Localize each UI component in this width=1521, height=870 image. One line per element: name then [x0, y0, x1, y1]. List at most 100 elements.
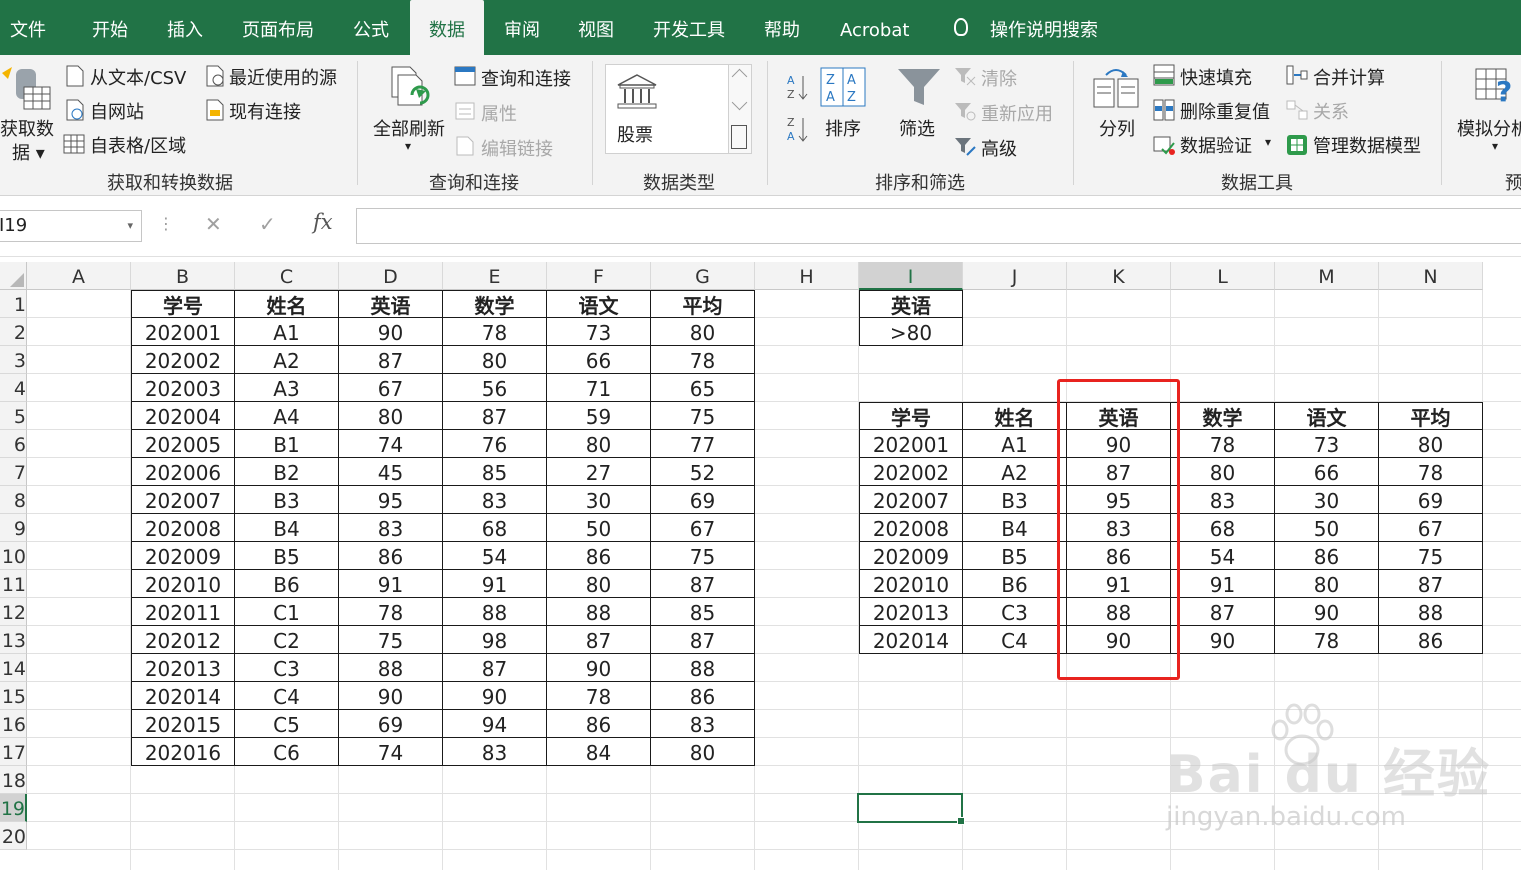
result-table-cell[interactable]: 68: [1171, 514, 1275, 542]
data-table-cell[interactable]: 80: [443, 346, 547, 374]
data-table-cell[interactable]: 90: [547, 654, 651, 682]
row-header-9[interactable]: 9: [0, 514, 27, 542]
result-table-cell[interactable]: 91: [1171, 570, 1275, 598]
data-table-cell[interactable]: 56: [443, 374, 547, 402]
row-header-19[interactable]: 19: [0, 794, 27, 822]
result-table-cell[interactable]: 30: [1275, 486, 1379, 514]
data-table-cell[interactable]: 202011: [131, 598, 235, 626]
existing-connections-button[interactable]: 现有连接: [229, 98, 301, 124]
data-table-cell[interactable]: 78: [651, 346, 755, 374]
tab-developer[interactable]: 开发工具: [653, 0, 725, 55]
column-header-C[interactable]: C: [235, 262, 339, 290]
result-table-cell[interactable]: 87: [1171, 598, 1275, 626]
data-table-cell[interactable]: 94: [443, 710, 547, 738]
data-table-cell[interactable]: 74: [339, 738, 443, 766]
result-table-cell[interactable]: B4: [963, 514, 1067, 542]
column-header-E[interactable]: E: [443, 262, 547, 290]
column-header-A[interactable]: A: [27, 262, 131, 290]
column-header-I[interactable]: I: [859, 262, 963, 290]
data-table-cell[interactable]: 69: [339, 710, 443, 738]
data-table-cell[interactable]: 80: [547, 570, 651, 598]
gallery-scroll[interactable]: [728, 64, 752, 154]
data-table-cell[interactable]: 84: [547, 738, 651, 766]
refresh-all-button[interactable]: 全部刷新: [373, 115, 445, 141]
result-table-cell[interactable]: 67: [1379, 514, 1483, 542]
result-table-cell[interactable]: 202010: [859, 570, 963, 598]
data-table-cell[interactable]: 71: [547, 374, 651, 402]
data-table-cell[interactable]: 88: [547, 598, 651, 626]
data-table-cell[interactable]: 83: [443, 486, 547, 514]
data-table-cell[interactable]: B4: [235, 514, 339, 542]
tab-review[interactable]: 审阅: [504, 0, 540, 55]
data-validation-dropdown[interactable]: ▾: [1265, 135, 1271, 149]
result-table-header-cell[interactable]: 平均: [1379, 402, 1483, 430]
row-header-14[interactable]: 14: [0, 654, 27, 682]
data-table-cell[interactable]: 75: [651, 402, 755, 430]
sort-button[interactable]: 排序: [825, 115, 861, 141]
result-table-cell[interactable]: B5: [963, 542, 1067, 570]
result-table-cell[interactable]: 69: [1379, 486, 1483, 514]
result-table-cell[interactable]: 87: [1379, 570, 1483, 598]
row-header-20[interactable]: 20: [0, 822, 27, 850]
row-header-1[interactable]: 1: [0, 290, 27, 318]
data-table-cell[interactable]: C1: [235, 598, 339, 626]
data-table-header-cell[interactable]: 姓名: [235, 290, 339, 318]
row-header-18[interactable]: 18: [0, 766, 27, 794]
get-data-button[interactable]: 获取数: [0, 115, 54, 141]
data-table-cell[interactable]: 87: [651, 626, 755, 654]
data-table-cell[interactable]: C4: [235, 682, 339, 710]
data-table-cell[interactable]: A4: [235, 402, 339, 430]
result-table-cell[interactable]: 86: [1275, 542, 1379, 570]
data-table-cell[interactable]: 78: [547, 682, 651, 710]
result-table-cell[interactable]: 202008: [859, 514, 963, 542]
result-table-cell[interactable]: 202007: [859, 486, 963, 514]
data-table-cell[interactable]: 87: [443, 654, 547, 682]
tab-view[interactable]: 视图: [578, 0, 614, 55]
data-table-cell[interactable]: 67: [339, 374, 443, 402]
result-table-cell[interactable]: 78: [1379, 458, 1483, 486]
data-table-cell[interactable]: A1: [235, 318, 339, 346]
data-table-cell[interactable]: 30: [547, 486, 651, 514]
data-table-cell[interactable]: 202007: [131, 486, 235, 514]
result-table-header-cell[interactable]: 语文: [1275, 402, 1379, 430]
data-validation-button[interactable]: 数据验证: [1180, 132, 1252, 158]
relationships-button[interactable]: 关系: [1313, 98, 1349, 124]
manage-data-model-button[interactable]: 管理数据模型: [1313, 132, 1421, 158]
data-table-cell[interactable]: C2: [235, 626, 339, 654]
data-table-cell[interactable]: B6: [235, 570, 339, 598]
formula-input[interactable]: [356, 208, 1521, 244]
tab-acrobat[interactable]: Acrobat: [840, 0, 909, 55]
data-table-cell[interactable]: 202008: [131, 514, 235, 542]
consolidate-button[interactable]: 合并计算: [1313, 64, 1385, 90]
result-table-cell[interactable]: A1: [963, 430, 1067, 458]
clear-button[interactable]: 清除: [981, 65, 1017, 91]
result-table-cell[interactable]: B3: [963, 486, 1067, 514]
data-table-cell[interactable]: 87: [547, 626, 651, 654]
data-table-cell[interactable]: 80: [651, 738, 755, 766]
result-table-cell[interactable]: 88: [1379, 598, 1483, 626]
data-table-cell[interactable]: 202001: [131, 318, 235, 346]
result-table-cell[interactable]: 73: [1275, 430, 1379, 458]
result-table-cell[interactable]: 202009: [859, 542, 963, 570]
row-header-6[interactable]: 6: [0, 430, 27, 458]
data-table-cell[interactable]: 88: [443, 598, 547, 626]
data-table-cell[interactable]: 90: [339, 682, 443, 710]
result-table-cell[interactable]: 80: [1275, 570, 1379, 598]
column-header-M[interactable]: M: [1275, 262, 1379, 290]
tab-page-layout[interactable]: 页面布局: [242, 0, 314, 55]
criteria-cell[interactable]: >80: [859, 318, 963, 346]
result-table-cell[interactable]: 90: [1275, 598, 1379, 626]
tab-home[interactable]: 开始: [92, 0, 128, 55]
select-all-corner[interactable]: [0, 262, 27, 290]
data-table-cell[interactable]: 75: [651, 542, 755, 570]
data-table-cell[interactable]: 83: [339, 514, 443, 542]
data-table-cell[interactable]: C5: [235, 710, 339, 738]
data-table-cell[interactable]: C6: [235, 738, 339, 766]
result-table-cell[interactable]: 78: [1171, 430, 1275, 458]
data-table-cell[interactable]: 87: [339, 346, 443, 374]
data-table-cell[interactable]: 202004: [131, 402, 235, 430]
data-table-cell[interactable]: 202014: [131, 682, 235, 710]
column-header-N[interactable]: N: [1379, 262, 1483, 290]
data-table-cell[interactable]: 83: [443, 738, 547, 766]
row-header-3[interactable]: 3: [0, 346, 27, 374]
